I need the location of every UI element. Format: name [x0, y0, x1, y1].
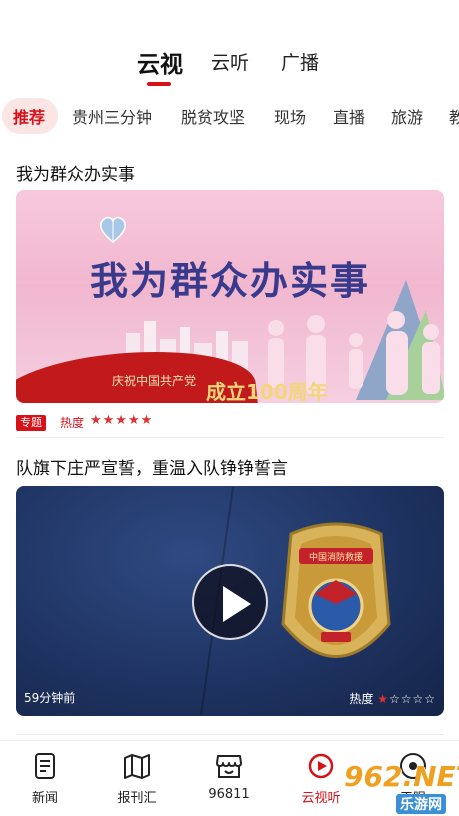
- publish-time: 59分钟前: [24, 691, 76, 705]
- banner-caption: 庆祝中国共产党: [112, 374, 197, 388]
- video-title[interactable]: 队旗下庄严宣誓，重温入队铮铮誓言: [16, 454, 288, 479]
- heat-label: 热度: [60, 416, 85, 430]
- play-button[interactable]: [192, 564, 268, 640]
- tab-guangbo[interactable]: 广播: [281, 48, 319, 75]
- divider: [16, 734, 444, 735]
- heat-stars: ★★★★★: [90, 413, 154, 428]
- watermark-text: 962.NET: [344, 760, 459, 793]
- category-lvyou[interactable]: 旅游: [391, 104, 423, 128]
- category-tuopin[interactable]: 脱贫攻坚: [181, 104, 245, 128]
- video-thumbnail[interactable]: 中国消防救援 59分钟前 热度 ★☆☆☆☆: [16, 486, 444, 716]
- store-icon: [216, 755, 242, 778]
- active-tab-indicator: [147, 82, 171, 86]
- play-icon: [223, 586, 251, 622]
- nav-baokanhui-label: 报刊汇: [117, 791, 157, 806]
- heat-star-filled: ★: [377, 692, 389, 706]
- badge-text: 中国消防救援: [309, 551, 363, 563]
- category-jiao[interactable]: 教: [449, 104, 459, 128]
- tab-yunting[interactable]: 云听: [211, 48, 249, 75]
- tab-yunshi[interactable]: 云视: [137, 45, 183, 79]
- article-meta: 专题 热度 ★★★★★: [16, 413, 444, 434]
- topic-badge: 专题: [16, 415, 46, 431]
- nav-baokanhui[interactable]: 报刊汇: [97, 751, 177, 806]
- article-banner-image[interactable]: 我为群众办实事 庆祝中国共产党 成立100周年: [16, 190, 444, 403]
- nav-96811[interactable]: 96811: [189, 751, 269, 802]
- watermark-subtext: 乐游网: [396, 794, 446, 814]
- category-tuijian[interactable]: 推荐: [13, 104, 45, 128]
- watermark: 962.NET 乐游网: [306, 760, 459, 816]
- top-tab-bar: 云视 云听 广播: [0, 42, 459, 92]
- heat-label: 热度: [349, 692, 374, 706]
- news-icon: [35, 753, 55, 779]
- banner-anniversary: 成立100周年: [206, 380, 328, 403]
- category-guizhou[interactable]: 贵州三分钟: [72, 104, 152, 128]
- heat-star-empty: ☆☆☆☆: [388, 692, 436, 706]
- fire-rescue-badge-icon: 中国消防救援: [281, 522, 391, 658]
- nav-96811-label: 96811: [208, 787, 250, 802]
- divider: [16, 437, 444, 438]
- article-title[interactable]: 我为群众办实事: [16, 160, 135, 185]
- nav-news[interactable]: 新闻: [5, 751, 85, 806]
- banner-headline: 我为群众办实事: [89, 259, 370, 303]
- category-xianchang[interactable]: 现场: [274, 104, 306, 128]
- category-zhibo[interactable]: 直播: [333, 104, 365, 128]
- category-bar: 推荐 贵州三分钟 脱贫攻坚 现场 直播 旅游 教: [0, 98, 459, 138]
- heart-balloon-icon: [100, 216, 126, 243]
- video-heat: 热度 ★☆☆☆☆: [349, 690, 436, 707]
- nav-news-label: 新闻: [31, 791, 58, 806]
- map-icon: [124, 754, 150, 779]
